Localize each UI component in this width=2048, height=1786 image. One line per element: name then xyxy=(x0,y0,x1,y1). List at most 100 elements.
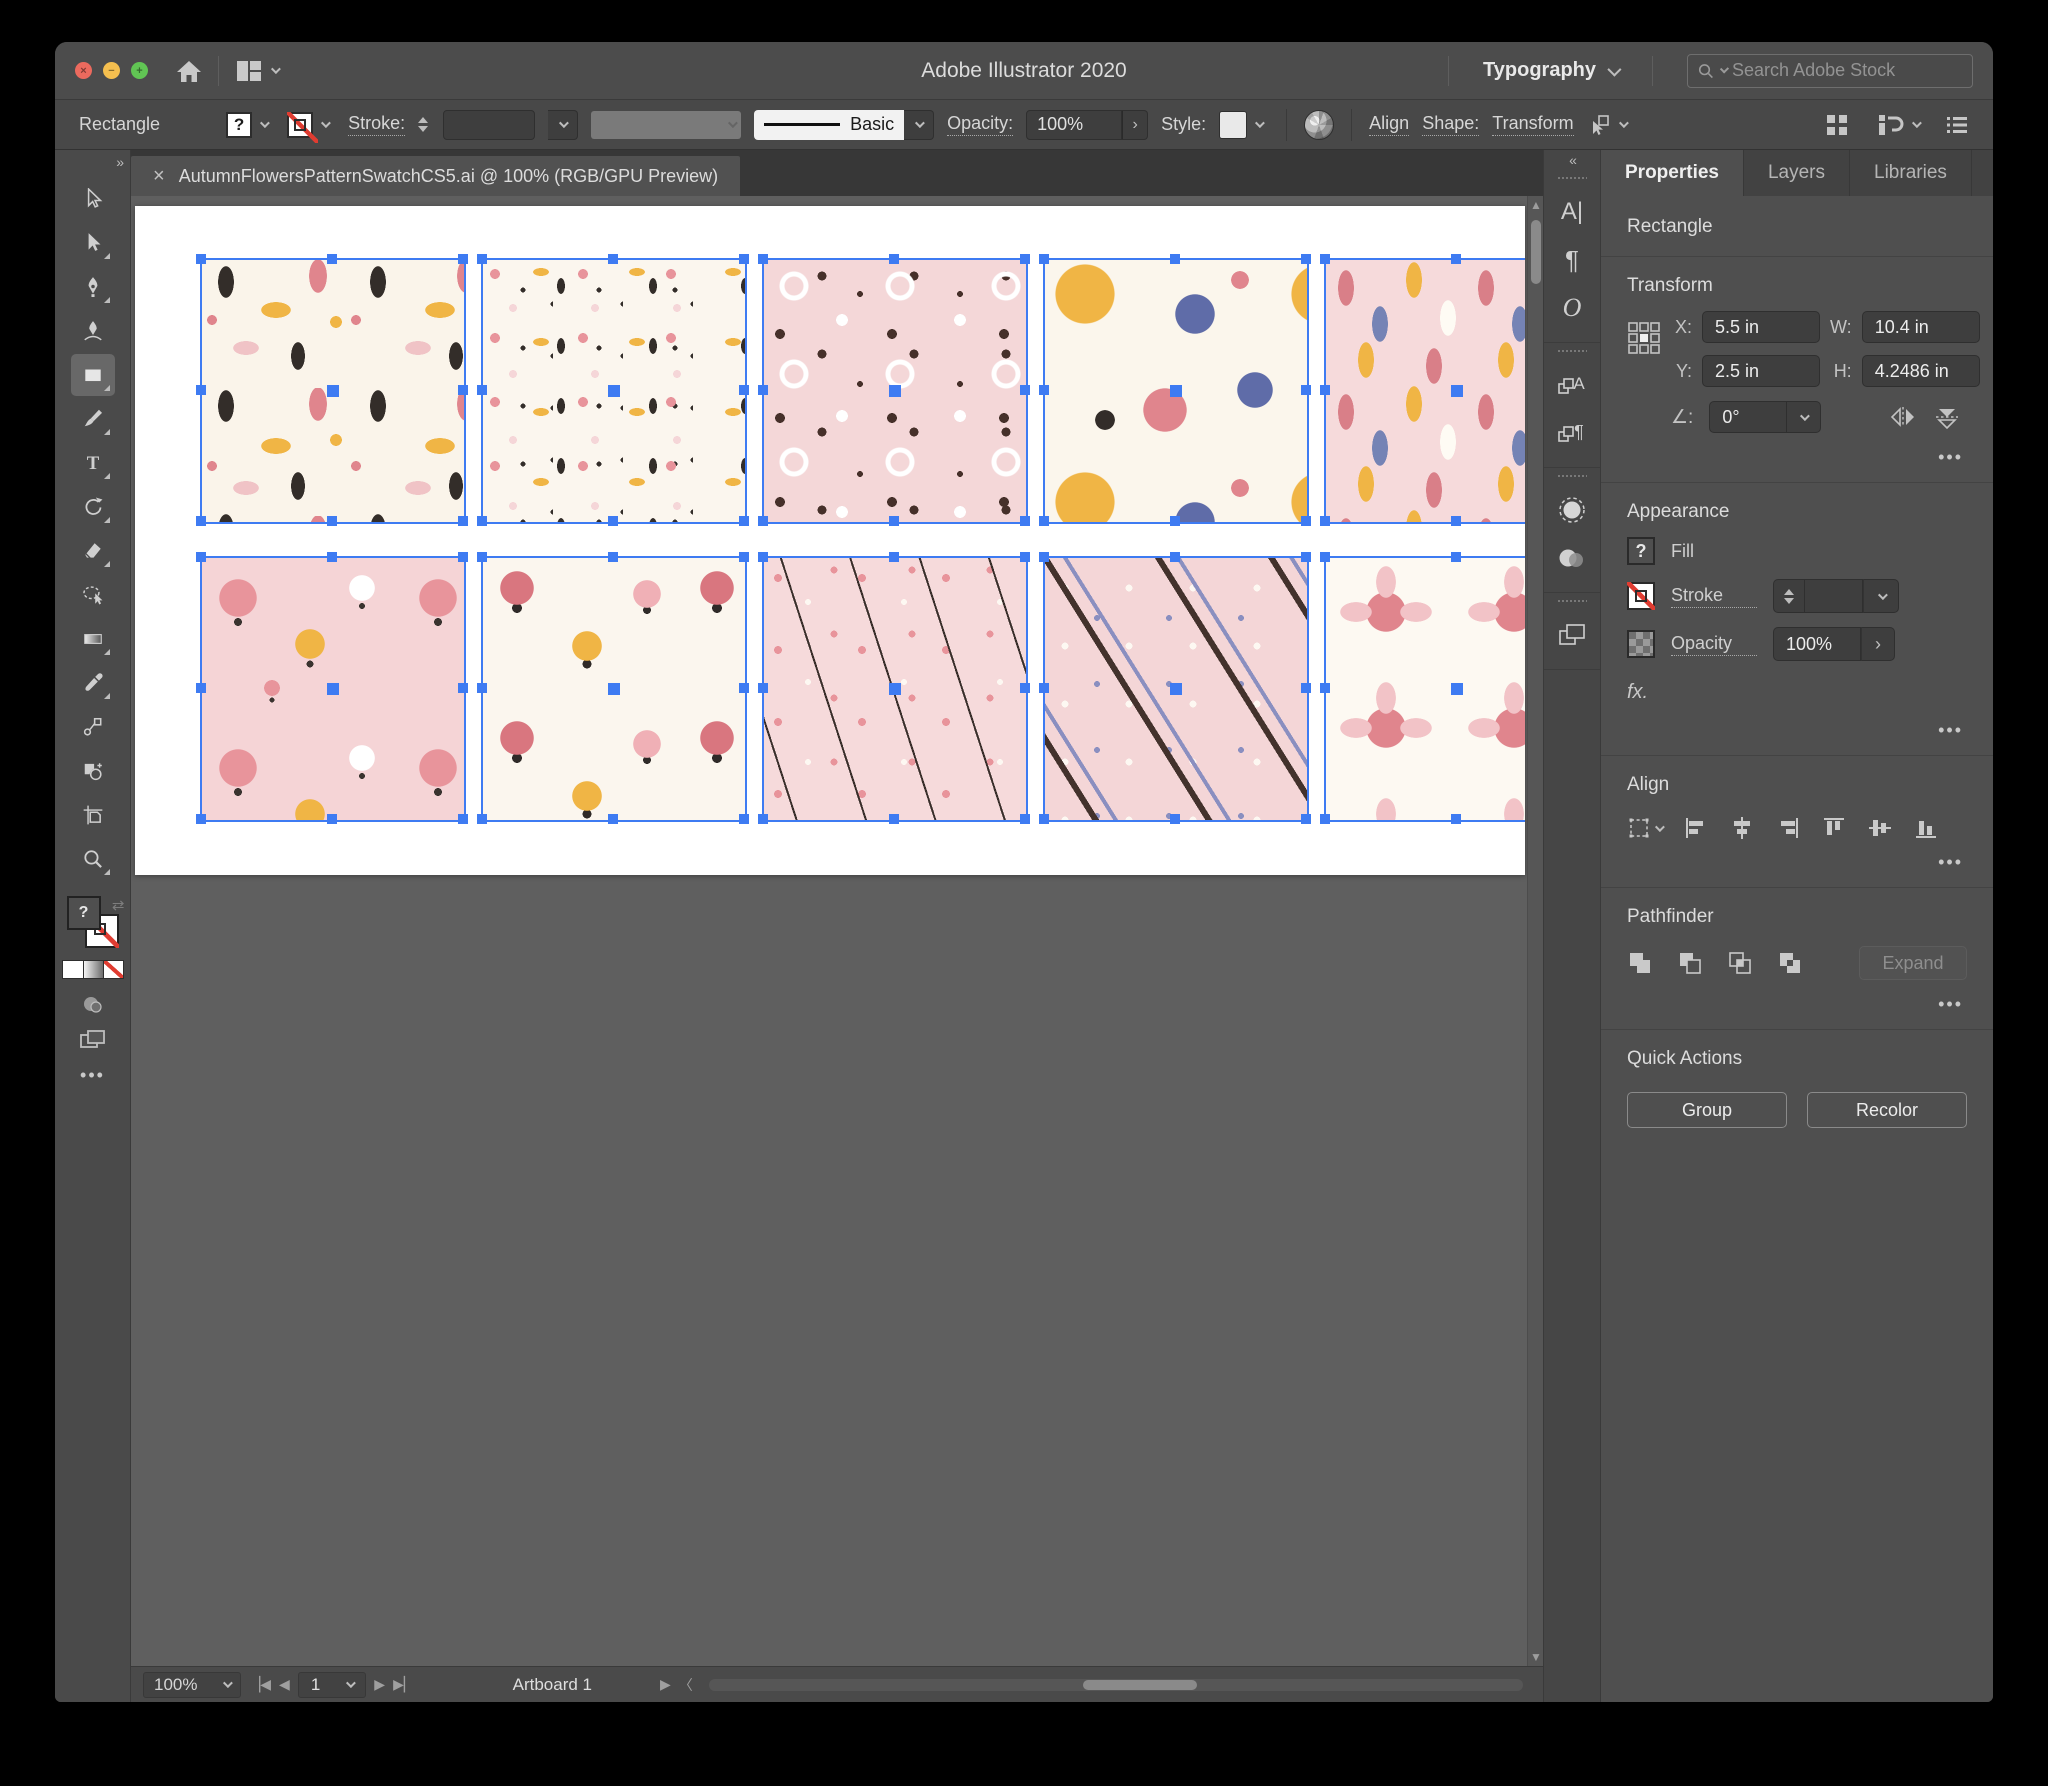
selection-handle[interactable] xyxy=(608,254,618,264)
graphic-style-control[interactable] xyxy=(1219,111,1269,139)
selection-handle[interactable] xyxy=(458,385,468,395)
opacity-expand-arrow[interactable]: › xyxy=(1122,110,1148,140)
character-styles-panel-icon[interactable]: A xyxy=(1550,363,1594,407)
character-panel-icon[interactable]: A| xyxy=(1550,190,1594,234)
selection-handle[interactable] xyxy=(1301,516,1311,526)
group-button[interactable]: Group xyxy=(1627,1092,1787,1128)
fill-color-control[interactable]: ? xyxy=(226,112,274,138)
stroke-link[interactable]: Stroke xyxy=(1671,585,1757,608)
direct-selection-tool[interactable] xyxy=(71,222,115,264)
selection-handle[interactable] xyxy=(1301,814,1311,824)
selection-handle[interactable] xyxy=(758,814,768,824)
stroke-weight-value[interactable] xyxy=(1805,579,1863,613)
selection-handle[interactable] xyxy=(1320,683,1330,693)
lasso-tool[interactable] xyxy=(71,574,115,616)
selection-handle[interactable] xyxy=(1020,385,1030,395)
artboard-tool[interactable] xyxy=(71,794,115,836)
selection-handle[interactable] xyxy=(477,254,487,264)
opacity-expand-arrow[interactable]: › xyxy=(1861,627,1895,661)
selection-handle[interactable] xyxy=(889,552,899,562)
selection-handle[interactable] xyxy=(327,516,337,526)
pattern-swatch-dandelion-seed-heads[interactable] xyxy=(200,556,466,822)
stroke-weight-control[interactable] xyxy=(1773,579,1899,613)
selection-handle[interactable] xyxy=(1039,683,1049,693)
document-tab[interactable]: × AutumnFlowersPatternSwatchCS5.ai @ 100… xyxy=(131,156,740,196)
selection-handle[interactable] xyxy=(196,814,206,824)
opacity-control[interactable]: 100% › xyxy=(1773,627,1895,661)
stroke-weight-field[interactable] xyxy=(443,110,535,140)
swap-fill-stroke-icon[interactable]: ⇄ xyxy=(112,896,125,914)
scroll-up-icon[interactable]: ▲ xyxy=(1530,198,1542,212)
selection-handle[interactable] xyxy=(458,814,468,824)
selection-handle[interactable] xyxy=(1039,814,1049,824)
selection-handle[interactable] xyxy=(1320,385,1330,395)
scroll-down-icon[interactable]: ▼ xyxy=(1530,1650,1542,1664)
selection-handle[interactable] xyxy=(739,516,749,526)
workspace-switcher[interactable]: Typography xyxy=(1483,59,1618,82)
selection-handle[interactable] xyxy=(458,516,468,526)
x-field[interactable] xyxy=(1702,311,1820,343)
selection-handle[interactable] xyxy=(477,385,487,395)
tab-layers[interactable]: Layers xyxy=(1744,150,1850,196)
paragraph-styles-panel-icon[interactable]: ¶ xyxy=(1550,411,1594,455)
stroke-weight-stepper[interactable] xyxy=(418,117,428,132)
preferences-icon[interactable] xyxy=(1876,112,1919,138)
edit-toolbar-icon[interactable]: ••• xyxy=(80,1065,105,1086)
last-artboard-icon[interactable]: ▶▏ xyxy=(393,1676,415,1693)
previous-artboard-icon[interactable]: ◀ xyxy=(279,1676,290,1693)
shape-link[interactable]: Shape: xyxy=(1422,113,1479,136)
selection-handle[interactable] xyxy=(889,516,899,526)
rotate-tool[interactable] xyxy=(71,486,115,528)
style-swatch[interactable] xyxy=(1219,111,1247,139)
blend-tool[interactable] xyxy=(71,706,115,748)
type-tool[interactable]: T xyxy=(71,442,115,484)
align-left-icon[interactable] xyxy=(1684,816,1708,840)
transform-link[interactable]: Transform xyxy=(1492,113,1573,136)
center-anchor-point[interactable] xyxy=(608,683,620,695)
eraser-tool[interactable] xyxy=(71,530,115,572)
search-input[interactable] xyxy=(1732,60,1962,81)
selection-handle[interactable] xyxy=(196,385,206,395)
selection-handle[interactable] xyxy=(1320,814,1330,824)
selection-handle[interactable] xyxy=(1301,683,1311,693)
selection-handle[interactable] xyxy=(1451,254,1461,264)
selection-handle[interactable] xyxy=(889,254,899,264)
color-button[interactable] xyxy=(63,961,83,978)
artboard-number-control[interactable]: 1 xyxy=(298,1672,366,1698)
horizontal-scrollbar[interactable] xyxy=(709,1679,1523,1691)
artboard[interactable] xyxy=(135,206,1525,875)
selection-handle[interactable] xyxy=(1320,516,1330,526)
pattern-swatch-budding-branches[interactable] xyxy=(762,556,1028,822)
appearance-panel-icon[interactable] xyxy=(1550,488,1594,532)
center-anchor-point[interactable] xyxy=(889,683,901,695)
eyedropper-tool[interactable] xyxy=(71,662,115,704)
center-anchor-point[interactable] xyxy=(1451,385,1463,397)
selection-handle[interactable] xyxy=(196,683,206,693)
opacity-link[interactable]: Opacity xyxy=(1671,633,1757,656)
pattern-swatch-white-bells-on-pink[interactable] xyxy=(762,258,1028,524)
selection-handle[interactable] xyxy=(758,552,768,562)
tab-libraries[interactable]: Libraries xyxy=(1850,150,1972,196)
more-transform-options-icon[interactable]: ••• xyxy=(1938,447,1963,468)
center-anchor-point[interactable] xyxy=(1170,683,1182,695)
pattern-swatch-diagonal-vines[interactable] xyxy=(1043,556,1309,822)
align-link[interactable]: Align xyxy=(1369,113,1409,136)
none-button[interactable] xyxy=(103,961,123,978)
selection-handle[interactable] xyxy=(608,516,618,526)
selection-handle[interactable] xyxy=(1170,814,1180,824)
selection-handle[interactable] xyxy=(758,254,768,264)
tab-properties[interactable]: Properties xyxy=(1601,150,1744,196)
selection-handle[interactable] xyxy=(458,552,468,562)
minimize-window-icon[interactable]: − xyxy=(103,62,120,79)
selection-handle[interactable] xyxy=(477,814,487,824)
horizontal-scroll-thumb[interactable] xyxy=(1083,1680,1197,1690)
selection-handle[interactable] xyxy=(458,683,468,693)
selection-handle[interactable] xyxy=(758,683,768,693)
align-top-icon[interactable] xyxy=(1822,816,1846,840)
opacity-swatch[interactable] xyxy=(1627,630,1655,658)
selection-handle[interactable] xyxy=(327,814,337,824)
flip-horizontal-icon[interactable] xyxy=(1889,405,1917,429)
selection-handle[interactable] xyxy=(739,814,749,824)
pathfinder-unite-icon[interactable] xyxy=(1627,950,1653,976)
adobe-stock-search[interactable] xyxy=(1687,54,1973,88)
